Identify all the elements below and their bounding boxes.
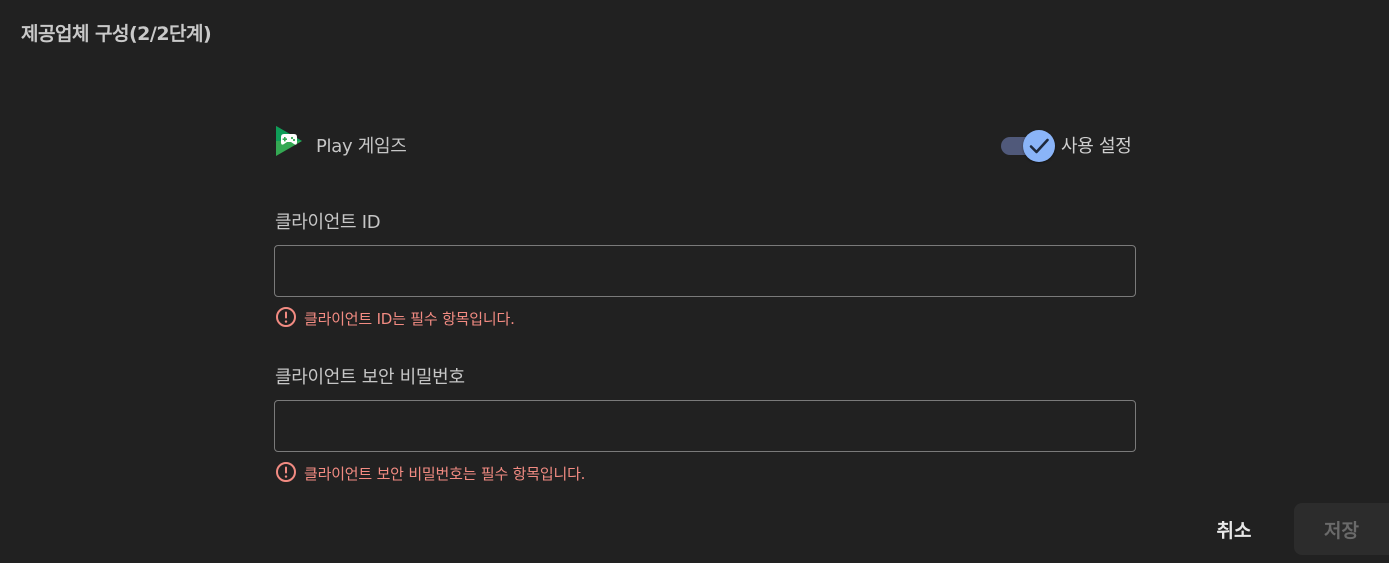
save-button[interactable]: 저장	[1294, 503, 1389, 555]
client-secret-input[interactable]	[274, 400, 1136, 452]
client-id-error-text: 클라이언트 ID는 필수 항목입니다.	[304, 310, 515, 328]
google-play-games-icon	[275, 125, 303, 157]
enable-toggle-label: 사용 설정	[1061, 136, 1132, 157]
provider-header: Play 게임즈 사용 설정	[275, 125, 1137, 163]
enable-toggle[interactable]	[1001, 129, 1057, 162]
error-icon	[276, 307, 296, 327]
toggle-thumb	[1023, 130, 1055, 162]
cancel-button[interactable]: 취소	[1196, 503, 1272, 555]
provider-name: Play 게임즈	[316, 136, 407, 157]
client-secret-error-text: 클라이언트 보안 비밀번호는 필수 항목입니다.	[304, 465, 586, 483]
client-id-input[interactable]	[274, 245, 1136, 297]
client-secret-label: 클라이언트 보안 비밀번호	[275, 367, 465, 388]
checkmark-icon	[1029, 138, 1049, 154]
error-icon	[276, 462, 296, 482]
client-id-label: 클라이언트 ID	[275, 212, 381, 233]
dialog-title: 제공업체 구성(2/2단계)	[21, 23, 212, 45]
provider-config-dialog: 제공업체 구성(2/2단계) Play 게임즈 사용 설정 클라이언트 ID 클…	[0, 0, 1389, 563]
